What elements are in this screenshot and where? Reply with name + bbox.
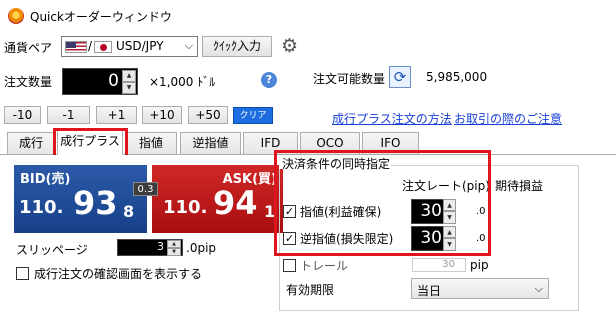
confirm-checkbox[interactable] xyxy=(16,267,29,280)
flag-separator: / xyxy=(88,39,93,53)
tab-limit[interactable]: 指値 xyxy=(125,132,177,154)
quantity-unit: ×1,000 ﾄﾞﾙ xyxy=(149,75,216,89)
trail-value: 30 xyxy=(442,259,455,270)
confirm-checkbox-label: 成行注文の確認画面を表示する xyxy=(34,267,203,281)
expiry-value: 当日 xyxy=(417,284,442,298)
chevron-down-icon: ⌵ xyxy=(534,282,543,295)
quantity-value: 0 xyxy=(108,71,119,91)
spin-down-icon[interactable]: ▼ xyxy=(167,248,181,256)
expiry-select[interactable]: 当日 ⌵ xyxy=(411,278,549,299)
spin-up-icon[interactable]: ▲ xyxy=(122,70,136,82)
bid-price: 110. 93 8 xyxy=(17,179,144,229)
quick-input-button[interactable]: ｸｲｯｸ入力 xyxy=(202,36,272,57)
clear-button[interactable]: クリア xyxy=(233,107,273,124)
ask-price: 110. 94 1 xyxy=(155,179,280,229)
window-title: Quickオーダーウィンドウ xyxy=(30,10,172,24)
tab-market[interactable]: 成行 xyxy=(7,132,55,154)
spread-badge: 0.3 xyxy=(133,182,158,196)
ask-price-button[interactable]: ASK(買) 110. 94 1 xyxy=(152,165,283,233)
gear-icon[interactable]: ⚙ xyxy=(281,35,298,57)
us-flag-icon xyxy=(65,41,87,53)
trading-notes-link[interactable]: お取引の際のご注意 xyxy=(454,110,562,127)
available-label: 注文可能数量 xyxy=(313,72,386,86)
trail-input[interactable]: 30 xyxy=(412,258,466,272)
title-bar: Quickオーダーウィンドウ xyxy=(0,0,616,32)
pair-label: 通貨ペア xyxy=(4,41,53,55)
increment-minus-10-button[interactable]: -10 xyxy=(4,106,41,124)
slippage-unit: .0pip xyxy=(186,241,217,255)
spin-up-icon[interactable]: ▲ xyxy=(167,240,181,248)
ask-price-pips: 94 xyxy=(213,184,258,222)
jp-flag-icon xyxy=(94,41,112,53)
order-method-link[interactable]: 成行プラス注文の方法 xyxy=(332,110,452,127)
slippage-value: 3 xyxy=(157,240,164,253)
quantity-input[interactable]: 0 ▲ ▼ xyxy=(62,68,138,95)
expiry-label: 有効期限 xyxy=(286,283,335,297)
increment-plus-50-button[interactable]: +50 xyxy=(188,106,228,124)
increment-minus-1-button[interactable]: -1 xyxy=(47,106,90,124)
chevron-down-icon: ⌵ xyxy=(184,39,193,52)
trail-label: トレール xyxy=(300,259,349,273)
tab-stop[interactable]: 逆指値 xyxy=(180,132,241,154)
spin-down-icon[interactable]: ▼ xyxy=(122,82,136,94)
settlement-highlight-box xyxy=(274,150,491,256)
app-icon xyxy=(8,8,24,24)
quantity-label: 注文数量 xyxy=(4,75,53,89)
refresh-icon[interactable]: ⟳ xyxy=(389,66,411,88)
increment-plus-10-button[interactable]: +10 xyxy=(142,106,182,124)
trail-unit: pip xyxy=(470,258,489,272)
help-icon[interactable]: ? xyxy=(261,72,277,88)
ask-price-base: 110. xyxy=(163,197,208,218)
bid-price-button[interactable]: BID(売) 110. 93 8 xyxy=(14,165,147,233)
slippage-label: スリッページ xyxy=(16,243,88,257)
slippage-input[interactable]: 3 ▲ ▼ xyxy=(117,239,183,256)
increment-plus-1-button[interactable]: +1 xyxy=(96,106,137,124)
pair-value: USD/JPY xyxy=(116,39,164,53)
bid-price-base: 110. xyxy=(19,197,64,218)
currency-pair-select[interactable]: / USD/JPY ⌵ xyxy=(61,36,198,57)
available-value: 5,985,000 xyxy=(426,70,488,84)
pnl-header: 期待損益 xyxy=(495,179,544,193)
bid-price-frac: 8 xyxy=(123,202,135,221)
bid-price-pips: 93 xyxy=(73,184,118,222)
trail-checkbox[interactable] xyxy=(283,259,296,272)
